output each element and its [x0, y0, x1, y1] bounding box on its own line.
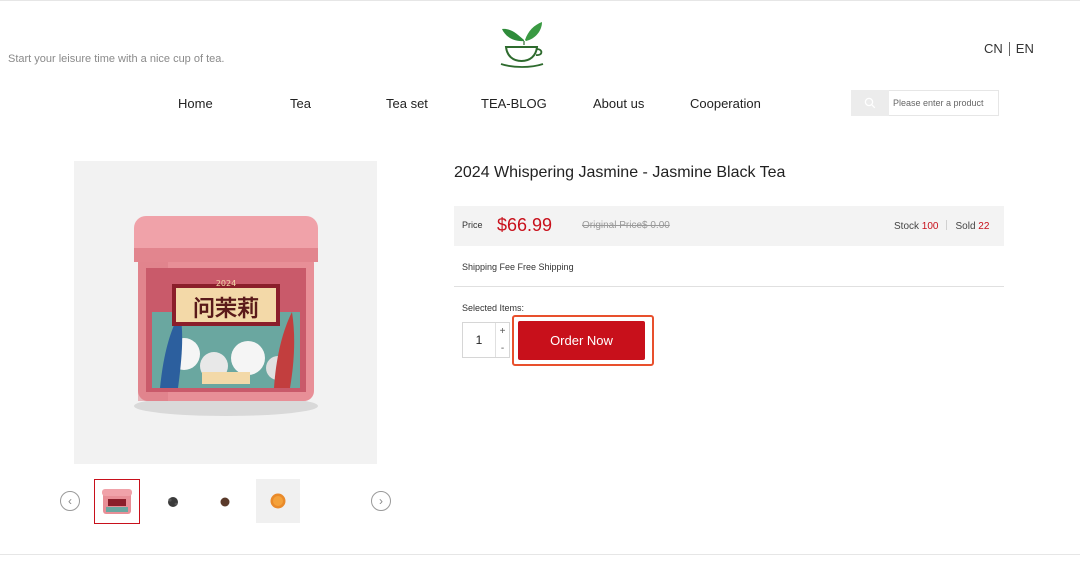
nav-home[interactable]: Home	[178, 96, 213, 111]
stock-sold-separator	[946, 220, 948, 230]
thumbnail-dry-leaf[interactable]	[202, 479, 248, 524]
section-divider	[454, 286, 1004, 287]
quantity-decrease-button[interactable]: -	[496, 340, 509, 357]
lang-en-link[interactable]: EN	[1016, 41, 1034, 56]
sold-label: Sold	[955, 221, 976, 232]
top-divider	[0, 0, 1080, 1]
chevron-right-icon: ›	[379, 494, 383, 508]
thumbnail-tin[interactable]	[94, 479, 140, 524]
search-icon	[864, 97, 876, 109]
search-bar	[851, 90, 999, 116]
quantity-input[interactable]	[463, 323, 496, 357]
stock-value: 100	[921, 221, 939, 232]
thumbnail-loose-leaf[interactable]	[150, 479, 196, 524]
selected-items-label: Selected Items:	[462, 303, 525, 313]
search-input[interactable]	[889, 90, 999, 116]
lang-cn-link[interactable]: CN	[984, 41, 1003, 56]
quantity-increase-button[interactable]: +	[496, 323, 509, 340]
price-label: Price	[462, 220, 483, 230]
price-value: $66.99	[497, 215, 553, 235]
quantity-step-buttons: + -	[496, 323, 509, 357]
language-switcher: CN EN	[984, 41, 1034, 56]
thumbnail-brewed-tea[interactable]	[256, 479, 300, 523]
tin-name-label: 问茉莉	[192, 297, 258, 322]
chevron-left-icon: ‹	[68, 494, 72, 508]
nav-tea[interactable]: Tea	[290, 96, 311, 111]
search-button[interactable]	[851, 90, 889, 116]
stock-label: Stock	[894, 221, 920, 232]
product-main-image: 2024 问茉莉	[74, 161, 377, 464]
quantity-stepper: + -	[462, 322, 510, 358]
nav-cooperation[interactable]: Cooperation	[690, 96, 761, 111]
nav-tea-set[interactable]: Tea set	[386, 96, 428, 111]
lang-separator	[1008, 41, 1010, 56]
sold-value: 22	[978, 221, 990, 232]
thumbnail-strip: ‹ ›	[60, 479, 395, 525]
teacup-leaf-logo[interactable]	[497, 20, 549, 68]
nav-tea-blog[interactable]: TEA-BLOG	[481, 96, 547, 111]
product-title: 2024 Whispering Jasmine - Jasmine Black …	[454, 164, 786, 181]
site-tagline: Start your leisure time with a nice cup …	[8, 53, 225, 65]
tin-year-label: 2024	[215, 279, 235, 288]
price-panel: Price $66.99 Original Price$ 0.00 Stock …	[454, 206, 1004, 246]
original-price: Original Price$ 0.00	[582, 220, 670, 231]
stock-sold-info: Stock 100 Sold 22	[894, 220, 989, 232]
order-now-button[interactable]: Order Now	[518, 321, 645, 360]
shipping-info: Shipping Fee Free Shipping	[462, 262, 574, 272]
next-thumbnail-button[interactable]: ›	[371, 491, 391, 511]
bottom-divider	[0, 554, 1080, 555]
nav-about-us[interactable]: About us	[593, 96, 644, 111]
prev-thumbnail-button[interactable]: ‹	[60, 491, 80, 511]
